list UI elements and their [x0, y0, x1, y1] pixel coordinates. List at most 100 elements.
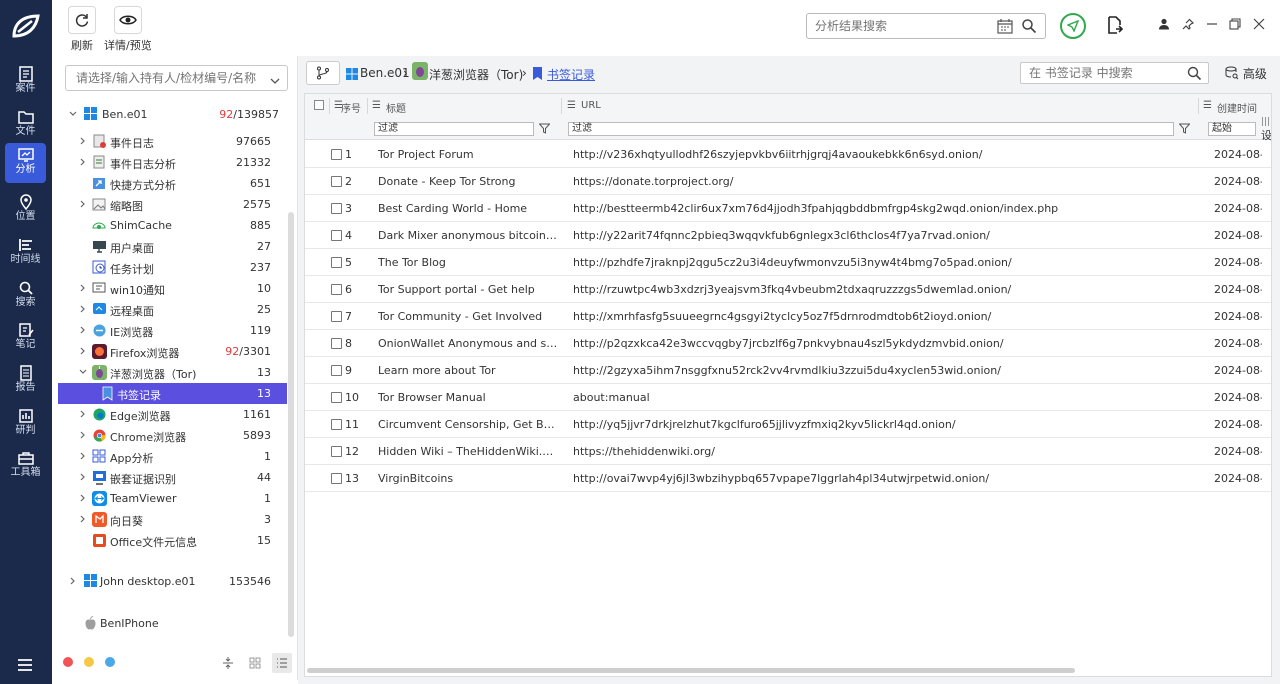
advanced-search-button[interactable]: 高级	[1225, 65, 1267, 82]
horizontal-scrollbar[interactable]	[307, 668, 1075, 673]
grid-view-icon[interactable]	[245, 653, 265, 673]
export-file-icon[interactable]	[1107, 16, 1124, 37]
search-icon[interactable]	[1021, 18, 1037, 37]
chevron-right-icon[interactable]	[78, 283, 88, 293]
chevron-right-icon[interactable]	[78, 346, 88, 356]
nav-case[interactable]: 案件	[5, 62, 46, 102]
table-row[interactable]: 12 Hidden Wiki – TheHiddenWiki.org https:/…	[305, 438, 1271, 465]
user-icon[interactable]	[1158, 18, 1170, 33]
column-header-title[interactable]: 标题	[386, 100, 406, 115]
close-icon[interactable]	[1253, 18, 1265, 33]
tree-item-thumbnail[interactable]: 缩略图 2575	[58, 194, 287, 215]
tree-item-shortcut-analysis[interactable]: 快捷方式分析 651	[58, 173, 287, 194]
column-header-index[interactable]: 序号	[341, 100, 361, 115]
tree-item-edge-browser[interactable]: Edge浏览器 1161	[58, 404, 287, 425]
chevron-right-icon[interactable]	[78, 409, 88, 419]
red-dot-icon[interactable]	[63, 657, 73, 667]
chevron-right-icon[interactable]	[78, 451, 88, 461]
table-row[interactable]: 11 Circumvent Censorship, Get Bridges http…	[305, 411, 1271, 438]
tree-case-beniphone[interactable]: BenIPhone	[58, 613, 287, 634]
nav-judge[interactable]: 研判	[5, 404, 46, 444]
row-checkbox[interactable]	[331, 203, 342, 214]
row-checkbox[interactable]	[331, 230, 342, 241]
tree-case-john-desktop[interactable]: John desktop.e01 153546	[58, 571, 287, 592]
table-row[interactable]: 2 Donate - Keep Tor Strong https://donate.…	[305, 168, 1271, 195]
chevron-right-icon[interactable]	[78, 157, 88, 167]
chevron-right-icon[interactable]	[78, 493, 88, 503]
chevron-right-icon[interactable]	[78, 472, 88, 482]
tree-item-sunlogin[interactable]: 向日葵 3	[58, 509, 287, 530]
tree-item-scheduled-task[interactable]: 任务计划 237	[58, 257, 287, 278]
table-row[interactable]: 9 Learn more about Tor http://2gzyxa5ihm7n…	[305, 357, 1271, 384]
details-preview-button[interactable]: 详情/预览	[104, 6, 152, 53]
row-checkbox[interactable]	[331, 257, 342, 268]
chevron-right-icon[interactable]	[68, 576, 78, 586]
evidence-search-field[interactable]	[65, 65, 288, 91]
refresh-button[interactable]: 刷新	[68, 6, 96, 53]
content-search-input[interactable]	[1021, 63, 1181, 83]
branch-icon[interactable]	[306, 61, 340, 85]
yellow-dot-icon[interactable]	[84, 657, 94, 667]
nav-note[interactable]: 笔记	[5, 318, 46, 358]
chevron-down-icon[interactable]	[78, 367, 88, 377]
blue-dot-icon[interactable]	[105, 657, 115, 667]
hamburger-menu-icon[interactable]	[18, 659, 32, 674]
tree-item-bookmarks[interactable]: 书签记录 13	[58, 383, 287, 404]
content-search-field[interactable]	[1020, 62, 1209, 84]
column-header-created[interactable]: 创建时间	[1217, 100, 1257, 115]
column-header-url[interactable]: URL	[581, 100, 601, 111]
tree-root-ben[interactable]: Ben.e01 92/139857	[58, 104, 287, 125]
collapse-icon[interactable]	[218, 653, 238, 673]
tree-item-tor-browser[interactable]: 洋葱浏览器（Tor) 13	[58, 362, 287, 383]
table-row[interactable]: 13 VirginBitcoins http://ovai7wvp4yj6jl3wb…	[305, 465, 1271, 492]
table-row[interactable]: 1 Tor Project Forum http://v236xhqtyullodh…	[305, 141, 1271, 168]
nav-timeline[interactable]: 时间线	[5, 233, 46, 273]
chevron-right-icon[interactable]	[78, 199, 88, 209]
row-checkbox[interactable]	[331, 446, 342, 457]
evidence-search-input[interactable]	[66, 66, 256, 90]
url-filter-input[interactable]: 过滤	[568, 122, 1174, 136]
tree-item-app-analysis[interactable]: App分析 1	[58, 446, 287, 467]
tree-item-shimcache[interactable]: ShimCache 885	[58, 215, 287, 236]
row-checkbox[interactable]	[331, 149, 342, 160]
date-filter-input[interactable]: 起始	[1208, 122, 1256, 136]
select-all-checkbox[interactable]	[314, 100, 324, 110]
row-checkbox[interactable]	[331, 392, 342, 403]
list-view-icon[interactable]	[272, 653, 292, 673]
table-row[interactable]: 10 Tor Browser Manual about:manual 2024-08-…	[305, 384, 1271, 411]
chevron-right-icon[interactable]	[78, 325, 88, 335]
tree-scrollbar[interactable]	[288, 212, 294, 637]
table-row[interactable]: 3 Best Carding World - Home http://besttee…	[305, 195, 1271, 222]
analysis-search-input[interactable]	[807, 14, 987, 38]
tree-item-firefox-browser[interactable]: Firefox浏览器 92/3301	[58, 341, 287, 362]
table-row[interactable]: 7 Tor Community - Get Involved http://xmrh…	[305, 303, 1271, 330]
tree-item-event-log-analysis[interactable]: 事件日志分析 21332	[58, 152, 287, 173]
tree-item-user-desktop[interactable]: 用户桌面 27	[58, 236, 287, 257]
breadcrumb-bookmarks[interactable]: 书签记录	[547, 66, 595, 83]
table-row[interactable]: 8 OnionWallet Anonymous and secure... http…	[305, 330, 1271, 357]
minimize-icon[interactable]	[1206, 18, 1218, 33]
row-checkbox[interactable]	[331, 365, 342, 376]
nav-file[interactable]: 文件	[5, 105, 46, 145]
table-row[interactable]: 6 Tor Support portal - Get help http://rzu…	[305, 276, 1271, 303]
breadcrumb-tor[interactable]: 洋葱浏览器（Tor)	[429, 66, 523, 83]
filter-icon[interactable]	[538, 123, 551, 137]
row-checkbox[interactable]	[331, 284, 342, 295]
tree-item-remote-desktop[interactable]: 远程桌面 25	[58, 299, 287, 320]
chevron-right-icon[interactable]	[78, 136, 88, 146]
nav-report[interactable]: 报告	[5, 361, 46, 401]
tree-item-event-log[interactable]: 事件日志 97665	[58, 131, 287, 152]
row-checkbox[interactable]	[331, 311, 342, 322]
chevron-right-icon[interactable]	[78, 430, 88, 440]
nav-location[interactable]: 位置	[5, 190, 46, 230]
table-row[interactable]: 4 Dark Mixer anonymous bitcoin mixer http:…	[305, 222, 1271, 249]
row-checkbox[interactable]	[331, 176, 342, 187]
nav-search[interactable]: 搜索	[5, 276, 46, 316]
restore-icon[interactable]	[1229, 18, 1241, 33]
calendar-icon[interactable]	[997, 18, 1013, 37]
row-checkbox[interactable]	[331, 338, 342, 349]
nav-toolbox[interactable]: 工具箱	[5, 446, 46, 486]
row-checkbox[interactable]	[331, 419, 342, 430]
chevron-right-icon[interactable]	[78, 514, 88, 524]
row-checkbox[interactable]	[331, 473, 342, 484]
